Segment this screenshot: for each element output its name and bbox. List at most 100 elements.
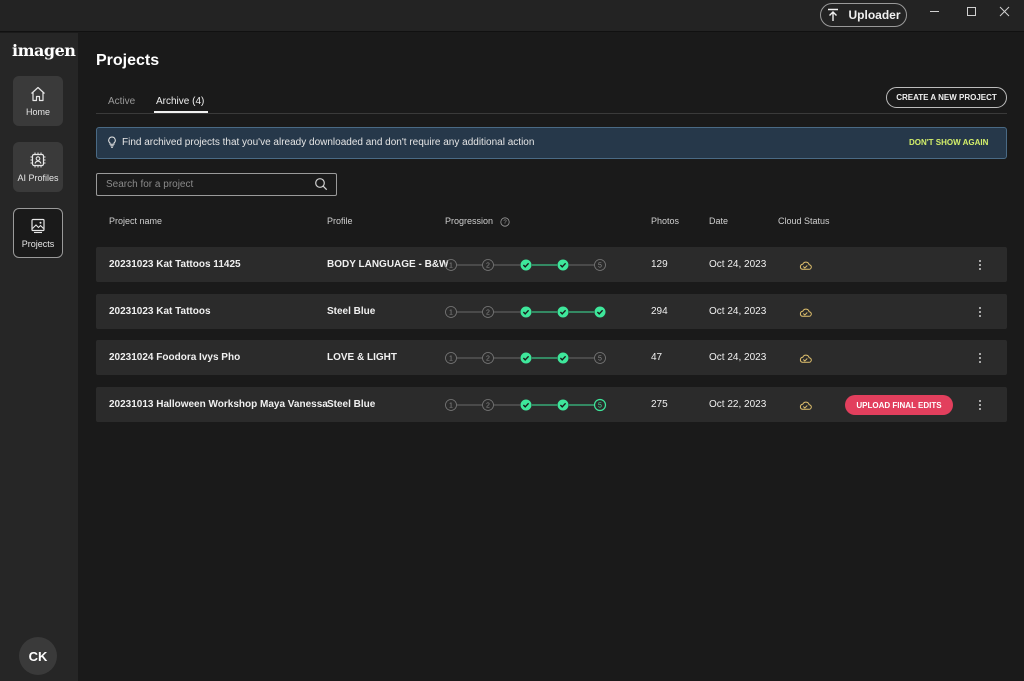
minimize-icon xyxy=(929,10,939,12)
svg-text:2: 2 xyxy=(486,403,490,410)
project-date: Oct 24, 2023 xyxy=(709,352,767,363)
close-button[interactable] xyxy=(984,0,1024,22)
svg-text:1: 1 xyxy=(449,310,453,317)
step-complete-icon xyxy=(557,352,569,364)
step-complete-icon xyxy=(594,306,606,318)
project-date: Oct 24, 2023 xyxy=(709,306,767,317)
step-pending-icon: 2 xyxy=(482,352,494,364)
progression-tracker: 1 2 5 xyxy=(445,398,607,412)
cloud-synced-icon xyxy=(799,261,812,270)
more-vertical-icon xyxy=(979,307,981,317)
table-row[interactable]: 20231024 Foodora Ivys Pho LOVE & LIGHT 1… xyxy=(96,340,1007,375)
table-row[interactable]: 20231023 Kat Tattoos Steel Blue 12 294 O… xyxy=(96,294,1007,329)
svg-text:1: 1 xyxy=(449,403,453,410)
photo-count: 275 xyxy=(651,399,668,410)
step-pending-icon: 1 xyxy=(445,399,457,411)
progression-tracker: 12 xyxy=(445,306,606,318)
row-menu-button[interactable] xyxy=(974,350,986,366)
upload-final-edits-button[interactable]: UPLOAD FINAL EDITS xyxy=(845,395,953,415)
step-pending-icon: 2 xyxy=(482,399,494,411)
search-icon[interactable] xyxy=(314,177,328,191)
step-complete-icon xyxy=(520,259,532,271)
project-name: 20231024 Foodora Ivys Pho xyxy=(109,352,241,363)
sidebar-item-label: Home xyxy=(25,107,50,117)
project-name: 20231023 Kat Tattoos 11425 xyxy=(109,259,241,270)
project-date: Oct 22, 2023 xyxy=(709,399,767,410)
project-profile: LOVE & LIGHT xyxy=(327,352,397,363)
svg-text:5: 5 xyxy=(598,356,602,363)
svg-text:5: 5 xyxy=(598,263,602,270)
close-icon xyxy=(999,6,1009,16)
project-name: 20231023 Kat Tattoos xyxy=(109,306,211,317)
step-pending-icon: 5 xyxy=(594,259,606,271)
title-bar: Uploader xyxy=(0,0,1024,32)
ai-profile-icon xyxy=(30,152,46,168)
progression-tracker: 1 2 5 xyxy=(445,352,606,364)
dont-show-again-link[interactable]: DON'T SHOW AGAIN xyxy=(909,138,988,147)
column-header-project-name: Project name xyxy=(109,216,163,226)
step-pending-icon: 1 xyxy=(445,352,457,364)
projects-icon xyxy=(31,218,45,234)
tab-active[interactable]: Active xyxy=(108,96,135,107)
step-complete-icon xyxy=(520,399,532,411)
sidebar-item-ai-profiles[interactable]: AI Profiles xyxy=(13,142,63,192)
table-row[interactable]: 20231023 Kat Tattoos 11425 BODY LANGUAGE… xyxy=(96,247,1007,282)
column-header-progression: Progression xyxy=(445,216,494,226)
photo-count: 129 xyxy=(651,259,668,270)
project-profile: Steel Blue xyxy=(327,399,376,410)
column-header-profile: Profile xyxy=(327,216,353,226)
step-complete-icon xyxy=(557,306,569,318)
more-vertical-icon xyxy=(979,400,981,410)
svg-text:1: 1 xyxy=(449,356,453,363)
step-pending-icon: 1 xyxy=(445,259,457,271)
table-row[interactable]: 20231013 Halloween Workshop Maya Vanessa… xyxy=(96,387,1007,422)
cloud-synced-icon xyxy=(799,308,812,317)
imagen-logo: imagen xyxy=(12,41,76,60)
project-profile: BODY LANGUAGE - B&W xyxy=(327,259,449,270)
help-icon[interactable]: ? xyxy=(500,217,510,227)
search-input[interactable] xyxy=(96,173,337,196)
project-name: 20231013 Halloween Workshop Maya Vanessa xyxy=(109,399,328,410)
project-date: Oct 24, 2023 xyxy=(709,259,767,270)
uploader-label: Uploader xyxy=(848,8,901,22)
lightbulb-icon xyxy=(108,136,116,148)
step-complete-icon xyxy=(520,352,532,364)
column-header-photos: Photos xyxy=(651,216,680,226)
cloud-synced-icon xyxy=(799,401,812,410)
minimize-button[interactable] xyxy=(914,0,954,22)
sidebar-item-projects[interactable]: Projects xyxy=(13,208,63,258)
row-menu-button[interactable] xyxy=(974,397,986,413)
project-profile: Steel Blue xyxy=(327,306,376,317)
more-vertical-icon xyxy=(979,260,981,270)
user-avatar[interactable]: CK xyxy=(19,637,57,675)
photo-count: 294 xyxy=(651,306,668,317)
step-pending-icon: 5 xyxy=(594,352,606,364)
svg-text:2: 2 xyxy=(486,310,490,317)
tab-archive[interactable]: Archive (4) xyxy=(156,96,204,107)
photo-count: 47 xyxy=(651,352,663,363)
column-header-cloud-status: Cloud Status xyxy=(778,216,830,226)
banner-message: Find archived projects that you've alrea… xyxy=(122,137,535,148)
home-icon xyxy=(31,86,45,102)
sidebar: imagen Home AI Profiles Projects CK xyxy=(0,33,78,681)
progression-tracker: 1 2 5 xyxy=(445,259,606,271)
step-complete-icon xyxy=(557,399,569,411)
step-complete-icon xyxy=(520,306,532,318)
tabs-divider xyxy=(96,113,1007,114)
step-pending-icon: 2 xyxy=(482,259,494,271)
step-complete-icon xyxy=(557,259,569,271)
maximize-icon xyxy=(966,6,976,16)
upload-arrow-icon xyxy=(828,8,839,21)
sidebar-item-home[interactable]: Home xyxy=(13,76,63,126)
row-menu-button[interactable] xyxy=(974,304,986,320)
step-pending-icon: 2 xyxy=(482,306,494,318)
column-header-date: Date xyxy=(709,216,729,226)
svg-text:2: 2 xyxy=(486,356,490,363)
row-menu-button[interactable] xyxy=(974,257,986,273)
step-pending-icon: 1 xyxy=(445,306,457,318)
uploader-button[interactable]: Uploader xyxy=(820,3,907,27)
svg-text:?: ? xyxy=(503,220,507,226)
svg-text:1: 1 xyxy=(449,263,453,270)
page-title: Projects xyxy=(96,52,160,69)
create-new-project-button[interactable]: CREATE A NEW PROJECT xyxy=(886,87,1007,108)
